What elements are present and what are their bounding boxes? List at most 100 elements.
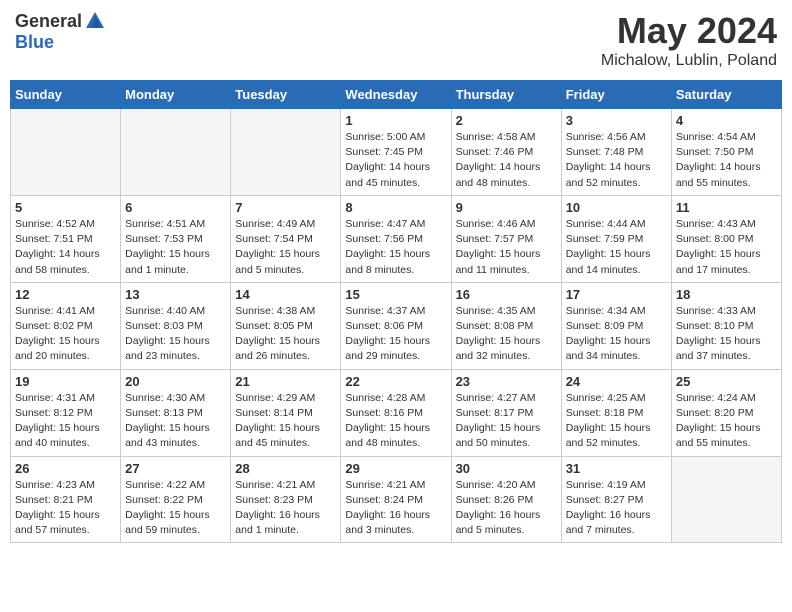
day-header-wednesday: Wednesday bbox=[341, 81, 451, 109]
calendar-cell bbox=[231, 109, 341, 196]
logo-icon bbox=[84, 10, 106, 32]
day-number: 16 bbox=[456, 287, 557, 302]
day-number: 14 bbox=[235, 287, 336, 302]
calendar-cell: 1 Sunrise: 5:00 AM Sunset: 7:45 PM Daylig… bbox=[341, 109, 451, 196]
day-number: 28 bbox=[235, 461, 336, 476]
day-info: Sunrise: 4:51 AM Sunset: 7:53 PM Dayligh… bbox=[125, 217, 226, 278]
title-area: May 2024 Michalow, Lublin, Poland bbox=[601, 10, 777, 70]
day-info: Sunrise: 4:30 AM Sunset: 8:13 PM Dayligh… bbox=[125, 391, 226, 452]
calendar-week-2: 5Sunrise: 4:52 AM Sunset: 7:51 PM Daylig… bbox=[11, 195, 782, 282]
day-info: Sunrise: 4:46 AM Sunset: 7:57 PM Dayligh… bbox=[456, 217, 557, 278]
calendar-cell: 9 Sunrise: 4:46 AM Sunset: 7:57 PM Daylig… bbox=[451, 195, 561, 282]
day-info: Sunrise: 4:43 AM Sunset: 8:00 PM Dayligh… bbox=[676, 217, 777, 278]
day-number: 13 bbox=[125, 287, 226, 302]
calendar-cell bbox=[671, 456, 781, 543]
day-number: 21 bbox=[235, 374, 336, 389]
day-number: 5 bbox=[15, 200, 116, 215]
day-info: Sunrise: 4:49 AM Sunset: 7:54 PM Dayligh… bbox=[235, 217, 336, 278]
day-number: 10 bbox=[566, 200, 667, 215]
calendar-cell: 20Sunrise: 4:30 AM Sunset: 8:13 PM Dayli… bbox=[121, 369, 231, 456]
month-title: May 2024 bbox=[601, 10, 777, 52]
calendar-cell: 30 Sunrise: 4:20 AM Sunset: 8:26 PM Dayli… bbox=[451, 456, 561, 543]
day-info: Sunrise: 4:40 AM Sunset: 8:03 PM Dayligh… bbox=[125, 304, 226, 365]
day-number: 22 bbox=[345, 374, 446, 389]
calendar-week-4: 19Sunrise: 4:31 AM Sunset: 8:12 PM Dayli… bbox=[11, 369, 782, 456]
calendar-cell: 29 Sunrise: 4:21 AM Sunset: 8:24 PM Dayli… bbox=[341, 456, 451, 543]
day-number: 19 bbox=[15, 374, 116, 389]
day-number: 29 bbox=[345, 461, 446, 476]
day-info: Sunrise: 5:00 AM Sunset: 7:45 PM Dayligh… bbox=[345, 130, 446, 191]
day-number: 11 bbox=[676, 200, 777, 215]
day-info: Sunrise: 4:24 AM Sunset: 8:20 PM Dayligh… bbox=[676, 391, 777, 452]
day-number: 24 bbox=[566, 374, 667, 389]
calendar-cell bbox=[121, 109, 231, 196]
day-info: Sunrise: 4:33 AM Sunset: 8:10 PM Dayligh… bbox=[676, 304, 777, 365]
calendar-cell: 4Sunrise: 4:54 AM Sunset: 7:50 PM Daylig… bbox=[671, 109, 781, 196]
calendar-cell: 11 Sunrise: 4:43 AM Sunset: 8:00 PM Dayli… bbox=[671, 195, 781, 282]
day-number: 2 bbox=[456, 113, 557, 128]
calendar-week-5: 26 Sunrise: 4:23 AM Sunset: 8:21 PM Dayli… bbox=[11, 456, 782, 543]
day-number: 9 bbox=[456, 200, 557, 215]
day-header-saturday: Saturday bbox=[671, 81, 781, 109]
day-number: 17 bbox=[566, 287, 667, 302]
header: General Blue May 2024 Michalow, Lublin, … bbox=[10, 10, 782, 70]
logo-general-text: General bbox=[15, 11, 82, 32]
day-info: Sunrise: 4:47 AM Sunset: 7:56 PM Dayligh… bbox=[345, 217, 446, 278]
calendar-cell: 8 Sunrise: 4:47 AM Sunset: 7:56 PM Daylig… bbox=[341, 195, 451, 282]
day-number: 7 bbox=[235, 200, 336, 215]
calendar-cell: 10 Sunrise: 4:44 AM Sunset: 7:59 PM Dayli… bbox=[561, 195, 671, 282]
calendar-cell: 26 Sunrise: 4:23 AM Sunset: 8:21 PM Dayli… bbox=[11, 456, 121, 543]
day-info: Sunrise: 4:25 AM Sunset: 8:18 PM Dayligh… bbox=[566, 391, 667, 452]
day-info: Sunrise: 4:21 AM Sunset: 8:24 PM Dayligh… bbox=[345, 478, 446, 539]
day-number: 25 bbox=[676, 374, 777, 389]
calendar-cell: 24 Sunrise: 4:25 AM Sunset: 8:18 PM Dayli… bbox=[561, 369, 671, 456]
calendar-table: SundayMondayTuesdayWednesdayThursdayFrid… bbox=[10, 80, 782, 543]
calendar-cell: 15Sunrise: 4:37 AM Sunset: 8:06 PM Dayli… bbox=[341, 282, 451, 369]
day-info: Sunrise: 4:44 AM Sunset: 7:59 PM Dayligh… bbox=[566, 217, 667, 278]
calendar-cell: 27Sunrise: 4:22 AM Sunset: 8:22 PM Dayli… bbox=[121, 456, 231, 543]
day-header-friday: Friday bbox=[561, 81, 671, 109]
calendar-week-3: 12Sunrise: 4:41 AM Sunset: 8:02 PM Dayli… bbox=[11, 282, 782, 369]
calendar-cell: 7 Sunrise: 4:49 AM Sunset: 7:54 PM Daylig… bbox=[231, 195, 341, 282]
calendar-cell: 28 Sunrise: 4:21 AM Sunset: 8:23 PM Dayli… bbox=[231, 456, 341, 543]
day-info: Sunrise: 4:19 AM Sunset: 8:27 PM Dayligh… bbox=[566, 478, 667, 539]
day-number: 26 bbox=[15, 461, 116, 476]
calendar-cell: 12Sunrise: 4:41 AM Sunset: 8:02 PM Dayli… bbox=[11, 282, 121, 369]
day-number: 8 bbox=[345, 200, 446, 215]
calendar-cell: 22 Sunrise: 4:28 AM Sunset: 8:16 PM Dayli… bbox=[341, 369, 451, 456]
day-info: Sunrise: 4:27 AM Sunset: 8:17 PM Dayligh… bbox=[456, 391, 557, 452]
logo: General Blue bbox=[15, 10, 106, 53]
days-header-row: SundayMondayTuesdayWednesdayThursdayFrid… bbox=[11, 81, 782, 109]
day-number: 1 bbox=[345, 113, 446, 128]
day-number: 6 bbox=[125, 200, 226, 215]
calendar-cell: 31 Sunrise: 4:19 AM Sunset: 8:27 PM Dayli… bbox=[561, 456, 671, 543]
calendar-week-1: 1 Sunrise: 5:00 AM Sunset: 7:45 PM Daylig… bbox=[11, 109, 782, 196]
day-number: 18 bbox=[676, 287, 777, 302]
day-info: Sunrise: 4:58 AM Sunset: 7:46 PM Dayligh… bbox=[456, 130, 557, 191]
calendar-cell: 21Sunrise: 4:29 AM Sunset: 8:14 PM Dayli… bbox=[231, 369, 341, 456]
calendar-cell: 2 Sunrise: 4:58 AM Sunset: 7:46 PM Daylig… bbox=[451, 109, 561, 196]
day-header-tuesday: Tuesday bbox=[231, 81, 341, 109]
day-info: Sunrise: 4:54 AM Sunset: 7:50 PM Dayligh… bbox=[676, 130, 777, 191]
calendar-cell: 19Sunrise: 4:31 AM Sunset: 8:12 PM Dayli… bbox=[11, 369, 121, 456]
day-info: Sunrise: 4:35 AM Sunset: 8:08 PM Dayligh… bbox=[456, 304, 557, 365]
calendar-cell bbox=[11, 109, 121, 196]
day-info: Sunrise: 4:28 AM Sunset: 8:16 PM Dayligh… bbox=[345, 391, 446, 452]
calendar-cell: 6 Sunrise: 4:51 AM Sunset: 7:53 PM Daylig… bbox=[121, 195, 231, 282]
day-info: Sunrise: 4:21 AM Sunset: 8:23 PM Dayligh… bbox=[235, 478, 336, 539]
day-number: 23 bbox=[456, 374, 557, 389]
location: Michalow, Lublin, Poland bbox=[601, 52, 777, 70]
calendar-cell: 23 Sunrise: 4:27 AM Sunset: 8:17 PM Dayli… bbox=[451, 369, 561, 456]
day-info: Sunrise: 4:38 AM Sunset: 8:05 PM Dayligh… bbox=[235, 304, 336, 365]
logo-blue-text: Blue bbox=[15, 32, 54, 52]
day-info: Sunrise: 4:22 AM Sunset: 8:22 PM Dayligh… bbox=[125, 478, 226, 539]
day-info: Sunrise: 4:34 AM Sunset: 8:09 PM Dayligh… bbox=[566, 304, 667, 365]
calendar-cell: 3Sunrise: 4:56 AM Sunset: 7:48 PM Daylig… bbox=[561, 109, 671, 196]
day-info: Sunrise: 4:41 AM Sunset: 8:02 PM Dayligh… bbox=[15, 304, 116, 365]
day-number: 30 bbox=[456, 461, 557, 476]
day-info: Sunrise: 4:20 AM Sunset: 8:26 PM Dayligh… bbox=[456, 478, 557, 539]
day-number: 31 bbox=[566, 461, 667, 476]
day-info: Sunrise: 4:56 AM Sunset: 7:48 PM Dayligh… bbox=[566, 130, 667, 191]
day-info: Sunrise: 4:23 AM Sunset: 8:21 PM Dayligh… bbox=[15, 478, 116, 539]
calendar-cell: 5Sunrise: 4:52 AM Sunset: 7:51 PM Daylig… bbox=[11, 195, 121, 282]
